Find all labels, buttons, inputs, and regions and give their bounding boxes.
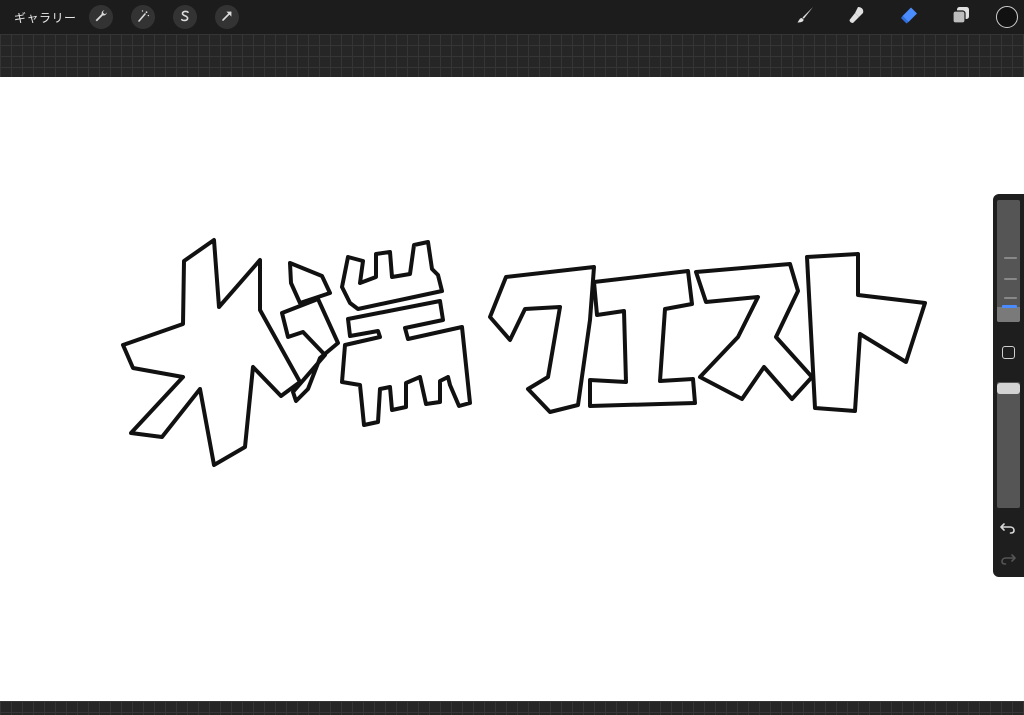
size-tick (1004, 257, 1017, 259)
brush-opacity-slider[interactable] (997, 382, 1020, 508)
layers-icon (950, 4, 972, 30)
brush-sidebar (993, 194, 1024, 577)
redo-button[interactable] (999, 551, 1017, 565)
undo-icon (999, 520, 1017, 539)
canvas-background-grid-bottom (0, 701, 1024, 715)
brush-size-fill (997, 307, 1020, 322)
gallery-button[interactable]: ギャラリー (14, 9, 77, 26)
size-tick (1004, 278, 1017, 280)
eraser-icon (898, 4, 920, 30)
magic-wand-icon (136, 8, 150, 27)
size-tick (1004, 297, 1017, 299)
letter-to (805, 252, 927, 413)
brush-opacity-handle[interactable] (997, 383, 1020, 395)
layers-button[interactable] (946, 2, 976, 32)
letter-tan-main (340, 240, 472, 427)
brush-size-handle[interactable] (1002, 305, 1017, 309)
letter-e (588, 269, 697, 408)
redo-icon (999, 551, 1017, 570)
letter-ku (488, 265, 596, 414)
actions-button[interactable] (88, 5, 113, 29)
transform-button[interactable] (214, 5, 239, 29)
right-tool-group (768, 0, 1024, 34)
lettering-artwork (121, 238, 927, 467)
modify-button[interactable] (1002, 346, 1015, 359)
color-picker-button[interactable] (996, 6, 1018, 28)
brush-size-slider[interactable] (997, 200, 1020, 322)
undo-button[interactable] (999, 520, 1017, 534)
selection-s-icon (178, 8, 192, 27)
smudge-icon (846, 4, 868, 30)
drawing-canvas[interactable] (0, 77, 1024, 701)
selection-button[interactable] (172, 5, 197, 29)
arrow-cursor-icon (220, 8, 234, 27)
canvas-background-grid-top (0, 34, 1024, 77)
wrench-icon (94, 8, 108, 27)
adjustments-button[interactable] (130, 5, 155, 29)
letter-su (694, 262, 814, 401)
brush-icon (794, 4, 816, 30)
paint-tool-button[interactable] (790, 2, 820, 32)
top-toolbar: ギャラリー (0, 0, 1024, 34)
smudge-tool-button[interactable] (842, 2, 872, 32)
eraser-tool-button[interactable] (894, 2, 924, 32)
letter-ho (121, 238, 302, 467)
